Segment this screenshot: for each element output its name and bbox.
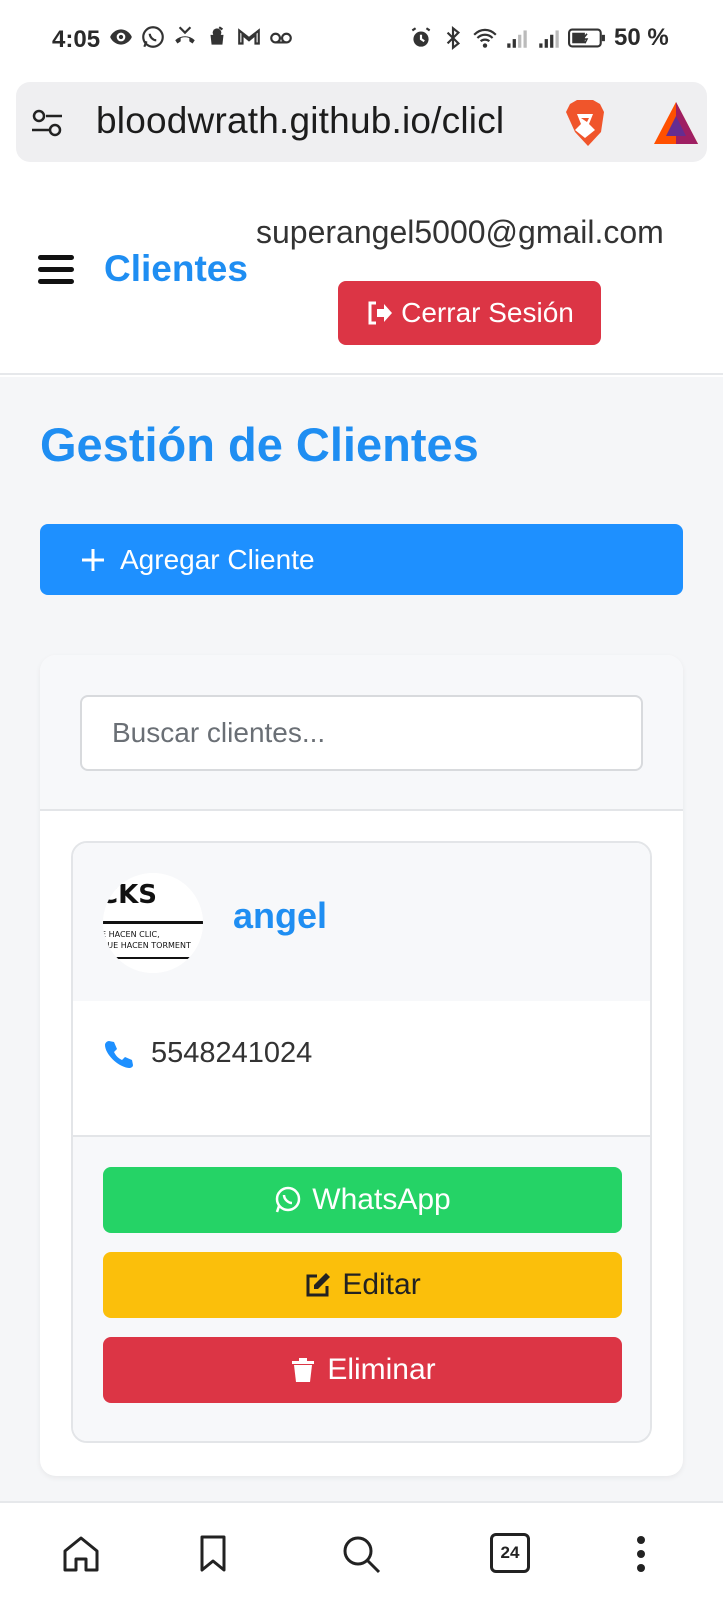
main-content: Gestión de Clientes Agregar Cliente CKS … (0, 377, 723, 1501)
cloud-icon (210, 26, 224, 45)
brand-title[interactable]: Clientes (104, 248, 248, 290)
battery-icon (568, 28, 605, 48)
trash-icon (292, 1358, 315, 1382)
edit-button[interactable]: Editar (103, 1252, 622, 1318)
phone-icon (105, 1041, 133, 1068)
signal-icon (507, 30, 527, 48)
tabs-icon[interactable]: 24 (490, 1533, 530, 1573)
alarm-icon (411, 27, 431, 47)
delete-button[interactable]: Eliminar (103, 1337, 622, 1403)
add-client-label: Agregar Cliente (120, 543, 315, 575)
add-client-button[interactable]: Agregar Cliente (40, 524, 683, 595)
voicemail-icon (270, 32, 292, 44)
search-area (40, 655, 683, 811)
eye-icon (110, 29, 132, 45)
more-vertical-icon[interactable] (620, 1533, 662, 1575)
tune-icon[interactable] (30, 106, 64, 140)
sign-out-icon (368, 301, 393, 325)
home-icon[interactable] (60, 1533, 102, 1575)
client-card-actions: WhatsApp Editar Eliminar (73, 1137, 650, 1441)
whatsapp-icon (276, 1186, 301, 1213)
client-card: CKS E HACEN CLIC, QUE HACEN TORMENT ange… (71, 841, 652, 1443)
url-text[interactable]: bloodwrath.github.io/clicl (96, 100, 544, 144)
whatsapp-icon (142, 26, 164, 48)
client-card-body: 5548241024 (73, 1001, 650, 1137)
whatsapp-button[interactable]: WhatsApp (103, 1167, 622, 1233)
bluetooth-icon (446, 25, 461, 51)
clients-card: CKS E HACEN CLIC, QUE HACEN TORMENT ange… (40, 655, 683, 1476)
search-icon[interactable] (340, 1533, 382, 1575)
edit-label: Editar (342, 1268, 421, 1301)
system-icons: 50 % (408, 24, 669, 52)
brave-lion-icon[interactable] (562, 98, 608, 148)
avatar-image: CKS E HACEN CLIC, QUE HACEN TORMENT (103, 873, 203, 973)
gmail-icon (238, 28, 260, 45)
app-header: Clientes superangel5000@gmail.com Cerrar… (0, 178, 723, 375)
whatsapp-label: WhatsApp (312, 1183, 451, 1216)
edit-icon (306, 1273, 331, 1297)
client-card-header: CKS E HACEN CLIC, QUE HACEN TORMENT ange… (73, 843, 650, 1001)
missed-call-icon (175, 26, 195, 44)
delete-label: Eliminar (327, 1353, 436, 1386)
client-name: angel (233, 895, 328, 936)
avatar-logo-text: CKS (103, 880, 157, 910)
logout-button[interactable]: Cerrar Sesión (338, 281, 601, 345)
bookmark-icon[interactable] (192, 1533, 234, 1575)
wifi-icon (473, 28, 497, 48)
menu-icon[interactable] (38, 255, 74, 285)
signal-icon (539, 30, 559, 48)
status-time: 4:05 (52, 26, 101, 53)
plus-icon (82, 548, 104, 571)
status-bar: 4:05 50 % (0, 0, 723, 80)
battery-percent: 50 % (614, 24, 669, 51)
avatar-line-1: E HACEN CLIC, (103, 930, 160, 939)
tab-count: 24 (500, 1543, 520, 1562)
notification-icons (108, 24, 294, 50)
avatar: CKS E HACEN CLIC, QUE HACEN TORMENT (103, 873, 203, 973)
search-input[interactable] (80, 695, 643, 771)
bat-triangle-icon[interactable] (652, 100, 700, 146)
avatar-line-2: QUE HACEN TORMENT (103, 941, 191, 950)
page-title: Gestión de Clientes (40, 418, 479, 471)
browser-url-bar[interactable]: bloodwrath.github.io/clicl (16, 82, 707, 162)
browser-bottom-nav: 24 (0, 1501, 723, 1600)
user-email: superangel5000@gmail.com (256, 214, 664, 250)
client-phone: 5548241024 (151, 1037, 313, 1069)
logout-label: Cerrar Sesión (401, 297, 574, 328)
